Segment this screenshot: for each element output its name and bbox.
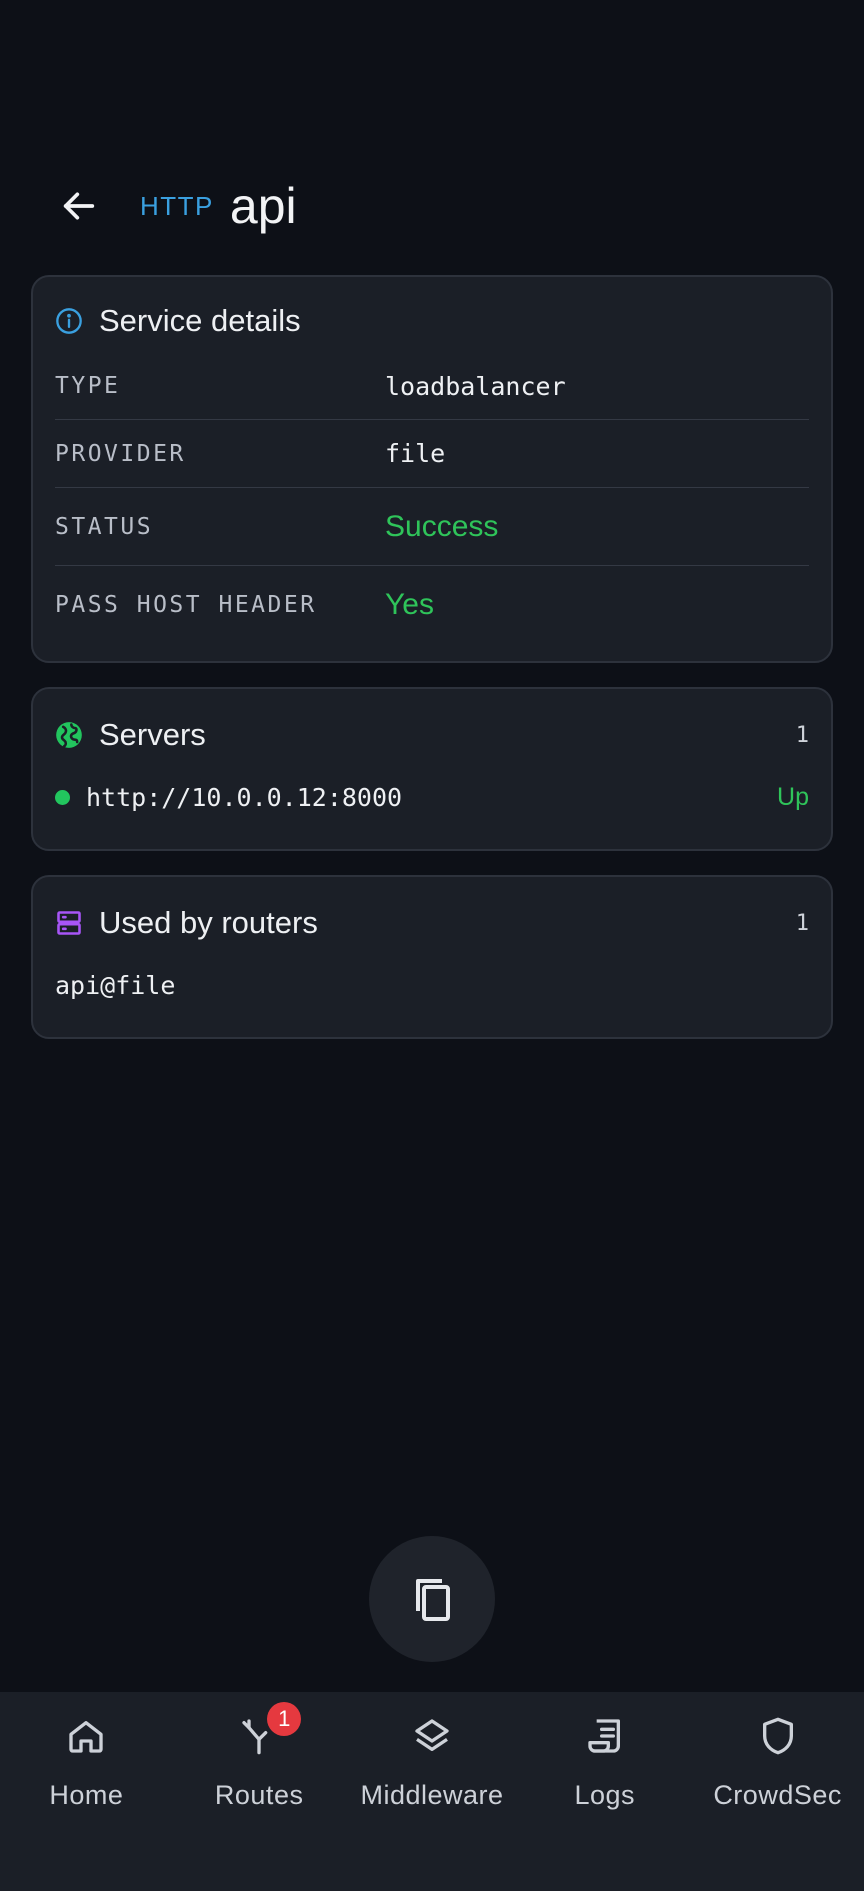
detail-value: loadbalancer bbox=[385, 371, 566, 401]
server-row[interactable]: http://10.0.0.12:8000 Up bbox=[55, 775, 809, 819]
servers-header: Servers 1 bbox=[55, 713, 809, 757]
nav-item-home[interactable]: Home bbox=[0, 1692, 173, 1891]
nav-label: CrowdSec bbox=[713, 1780, 842, 1810]
layers-icon bbox=[408, 1712, 456, 1760]
nav-label: Middleware bbox=[360, 1780, 504, 1810]
detail-value: file bbox=[385, 439, 446, 468]
routes-badge: 1 bbox=[267, 1702, 302, 1736]
nav-item-crowdsec[interactable]: CrowdSec bbox=[691, 1692, 864, 1891]
protocol-label: HTTP bbox=[140, 190, 214, 221]
info-circle-icon bbox=[55, 307, 83, 335]
servers-title: Servers bbox=[99, 717, 206, 752]
nav-item-routes[interactable]: 1 Routes bbox=[173, 1692, 346, 1891]
bottom-nav: Home 1 Routes Middleware Logs CrowdSec bbox=[0, 1692, 864, 1891]
server-url: http://10.0.0.12:8000 bbox=[86, 782, 403, 812]
logs-icon bbox=[581, 1712, 629, 1760]
status-value: Success bbox=[385, 509, 499, 543]
nav-label: Logs bbox=[574, 1780, 636, 1810]
detail-key: TYPE bbox=[55, 373, 121, 399]
service-details-header: Service details bbox=[55, 299, 809, 343]
servers-count: 1 bbox=[795, 722, 809, 748]
detail-key: PROVIDER bbox=[55, 440, 186, 467]
copy-icon bbox=[416, 1579, 450, 1621]
arrow-left-icon bbox=[63, 192, 95, 220]
router-link[interactable]: api@file bbox=[55, 963, 809, 1007]
nav-label: Home bbox=[49, 1780, 124, 1810]
shield-icon bbox=[754, 1712, 802, 1760]
detail-row-type: TYPE loadbalancer bbox=[55, 353, 809, 420]
routers-title: Used by routers bbox=[99, 905, 318, 940]
nav-item-middleware[interactable]: Middleware bbox=[346, 1692, 519, 1891]
service-detail-page: HTTP api Service details TYPE loadbalanc… bbox=[0, 0, 864, 1891]
server-icon bbox=[55, 909, 83, 937]
globe-icon bbox=[55, 721, 83, 749]
home-icon bbox=[62, 1712, 110, 1760]
back-button[interactable] bbox=[38, 165, 120, 247]
routers-card: Used by routers 1 api@file bbox=[31, 875, 833, 1039]
routers-count: 1 bbox=[795, 910, 809, 936]
server-status-dot bbox=[55, 789, 70, 805]
routers-header: Used by routers 1 bbox=[55, 901, 809, 945]
detail-row-status: STATUS Success bbox=[55, 488, 809, 566]
nav-label: Routes bbox=[214, 1780, 304, 1810]
detail-key: STATUS bbox=[55, 513, 154, 540]
service-details-card: Service details TYPE loadbalancer PROVID… bbox=[31, 275, 833, 663]
page-header: HTTP api bbox=[0, 165, 864, 247]
detail-row-pass-host-header: PASS HOST HEADER Yes bbox=[55, 566, 809, 644]
server-status: Up bbox=[777, 782, 809, 811]
page-title: api bbox=[229, 178, 297, 234]
service-details-title: Service details bbox=[99, 303, 301, 338]
pass-host-header-value: Yes bbox=[385, 588, 434, 621]
copy-button[interactable] bbox=[369, 1536, 495, 1662]
detail-key: PASS HOST HEADER bbox=[55, 592, 317, 618]
nav-item-logs[interactable]: Logs bbox=[518, 1692, 691, 1891]
routes-icon: 1 bbox=[235, 1702, 302, 1760]
details-list: TYPE loadbalancer PROVIDER file STATUS S… bbox=[55, 353, 809, 644]
detail-row-provider: PROVIDER file bbox=[55, 420, 809, 488]
servers-card: Servers 1 http://10.0.0.12:8000 Up bbox=[31, 687, 833, 851]
